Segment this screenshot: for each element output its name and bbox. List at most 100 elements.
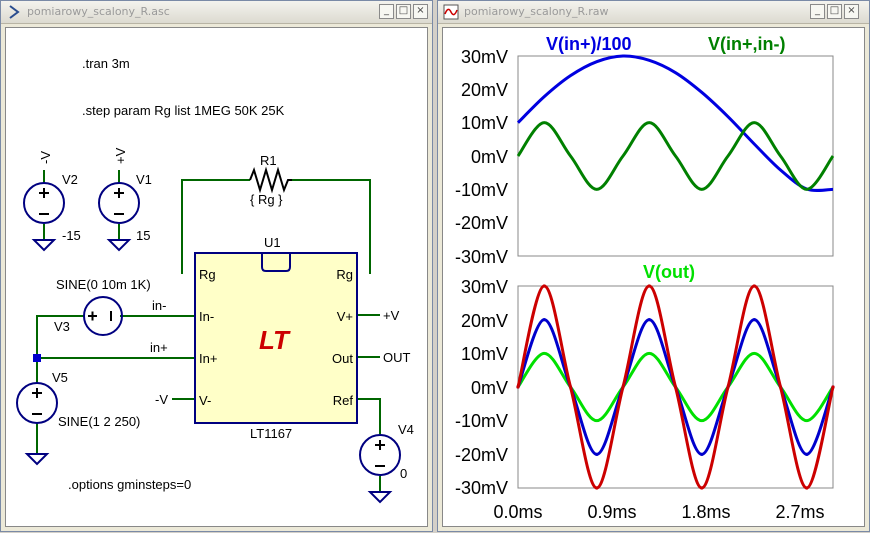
trace-point xyxy=(542,284,546,288)
schematic-window: pomiarowy_scalony_R.asc _ □ × .tran 3m .… xyxy=(0,0,433,532)
x-tick: 1.8ms xyxy=(681,502,730,522)
v1-net-label: +V xyxy=(113,147,128,164)
source-v4[interactable] xyxy=(359,434,401,504)
legend-vin-diff[interactable]: V(in+,in-) xyxy=(708,34,786,54)
ground-icon xyxy=(106,239,132,252)
trace-point xyxy=(595,452,599,456)
legend-vout[interactable]: V(out) xyxy=(643,262,695,282)
lower-y-tick: -10mV xyxy=(455,411,508,431)
schematic-drawing: .tran 3m .step param Rg list 1MEG 50K 25… xyxy=(16,56,414,504)
trace-point xyxy=(700,452,704,456)
pin-rg-right: Rg xyxy=(336,267,353,282)
lower-y-tick: 10mV xyxy=(461,344,508,364)
ground-icon xyxy=(24,453,50,466)
minimize-button[interactable]: _ xyxy=(810,4,825,19)
pin-in-plus: In+ xyxy=(199,351,217,366)
minimize-button[interactable]: _ xyxy=(379,4,394,19)
resistor-symbol[interactable] xyxy=(249,166,292,194)
v2-name: V2 xyxy=(62,172,78,187)
x-tick: 0.9ms xyxy=(587,502,636,522)
v2-value: -15 xyxy=(62,228,81,243)
trace-point xyxy=(778,385,783,389)
options-directive[interactable]: .options gminsteps=0 xyxy=(68,477,191,492)
trace-plot1-series-2[interactable] xyxy=(516,121,835,191)
upper-y-tick: 10mV xyxy=(461,113,508,133)
resistor-name: R1 xyxy=(260,153,277,168)
ground-icon xyxy=(31,239,57,252)
v5-name: V5 xyxy=(52,370,68,385)
trace-point xyxy=(726,385,730,389)
waveform-window: pomiarowy_scalony_R.raw _ □ × V(in+)/100… xyxy=(437,0,870,532)
tran-directive[interactable]: .tran 3m xyxy=(82,56,130,71)
schematic-titlebar[interactable]: pomiarowy_scalony_R.asc _ □ × xyxy=(1,1,432,24)
v1-name: V1 xyxy=(136,172,152,187)
schematic-title: pomiarowy_scalony_R.asc xyxy=(27,5,170,18)
source-v2[interactable] xyxy=(23,182,65,252)
step-directive[interactable]: .step param Rg list 1MEG 50K 25K xyxy=(82,103,285,118)
waveform-app-icon xyxy=(443,4,459,20)
pin-v-plus: V+ xyxy=(337,309,353,324)
trace-point xyxy=(673,385,678,389)
source-v3[interactable] xyxy=(83,296,123,336)
legend-vin-plus-div100[interactable]: V(in+)/100 xyxy=(546,34,632,54)
ground-icon xyxy=(367,491,393,504)
lt-logo: LT xyxy=(259,325,291,355)
junction-dot xyxy=(33,354,41,362)
close-button[interactable]: × xyxy=(844,4,859,19)
trace-point xyxy=(752,284,756,288)
trace-point xyxy=(752,318,756,322)
net-label-out: OUT xyxy=(383,350,411,365)
trace-plot1-series-1[interactable] xyxy=(516,54,834,193)
v4-name: V4 xyxy=(398,422,414,437)
lower-y-tick: 30mV xyxy=(461,277,508,297)
pin-v-minus: V- xyxy=(199,393,211,408)
upper-y-tick: 30mV xyxy=(461,47,508,67)
lower-y-tick: -30mV xyxy=(455,478,508,498)
lower-y-tick: 0mV xyxy=(471,378,508,398)
upper-y-tick: 20mV xyxy=(461,80,508,100)
trace-point xyxy=(516,385,520,389)
source-v1[interactable] xyxy=(98,182,140,252)
x-tick: 2.7ms xyxy=(775,502,824,522)
v5-value: SINE(1 2 250) xyxy=(58,414,140,429)
waveform-titlebar[interactable]: pomiarowy_scalony_R.raw _ □ × xyxy=(438,1,869,24)
v3-value: SINE(0 10m 1K) xyxy=(56,277,151,292)
upper-y-tick: -20mV xyxy=(455,213,508,233)
net-label-in-plus: in+ xyxy=(150,340,168,355)
resistor-value: { Rg } xyxy=(250,192,283,207)
trace-point xyxy=(647,284,651,288)
trace-point xyxy=(542,318,546,322)
v3-name: V3 xyxy=(54,319,70,334)
net-label-v-plus: +V xyxy=(383,308,400,323)
close-button[interactable]: × xyxy=(413,4,428,19)
trace-point xyxy=(621,385,625,389)
pin-in-minus: In- xyxy=(199,309,214,324)
net-label-v-minus: -V xyxy=(155,392,168,407)
trace-point xyxy=(805,486,809,490)
ic-part: LT1167 xyxy=(250,426,292,441)
maximize-button[interactable]: □ xyxy=(827,4,842,19)
pin-ref: Ref xyxy=(333,393,354,408)
v2-net-label: -V xyxy=(38,151,53,164)
lower-y-tick: -20mV xyxy=(455,445,508,465)
trace-point xyxy=(805,452,809,456)
waveform-title: pomiarowy_scalony_R.raw xyxy=(464,5,609,18)
pin-rg-left: Rg xyxy=(199,267,216,282)
upper-y-tick: -10mV xyxy=(455,180,508,200)
upper-y-tick: -30mV xyxy=(455,247,508,267)
waveform-plots: V(in+)/100 V(in+,in-) V(out) 30mV 20mV 1… xyxy=(455,34,835,522)
ic-name: U1 xyxy=(264,235,281,250)
trace-point xyxy=(595,486,599,490)
upper-y-tick: 0mV xyxy=(471,147,508,167)
maximize-button[interactable]: □ xyxy=(396,4,411,19)
trace-point xyxy=(647,318,651,322)
net-label-in-minus: in- xyxy=(152,298,166,313)
pin-out: Out xyxy=(332,351,353,366)
x-tick: 0.0ms xyxy=(493,502,542,522)
waveform-canvas[interactable]: V(in+)/100 V(in+,in-) V(out) 30mV 20mV 1… xyxy=(442,27,865,527)
v4-value: 0 xyxy=(400,466,407,481)
schematic-canvas[interactable]: .tran 3m .step param Rg list 1MEG 50K 25… xyxy=(5,27,428,527)
trace-point xyxy=(568,385,573,389)
trace-point xyxy=(700,486,704,490)
v1-value: 15 xyxy=(136,228,150,243)
